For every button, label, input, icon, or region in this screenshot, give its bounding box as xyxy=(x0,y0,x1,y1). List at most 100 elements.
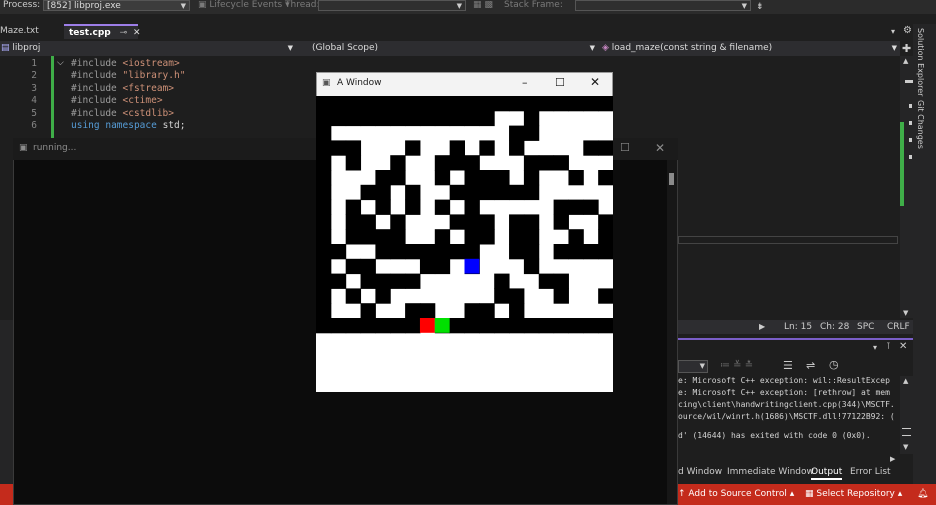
scroll-right-icon[interactable]: ▶ xyxy=(890,455,895,463)
clear-all-icon[interactable]: ☰ xyxy=(783,359,793,372)
column-indicator[interactable]: Ch: 28 xyxy=(820,322,849,332)
tab-immediate-window[interactable]: Immediate Window xyxy=(727,465,814,480)
line-number: 3 xyxy=(31,83,37,94)
maze-wall-cell xyxy=(360,258,376,275)
close-icon[interactable]: ✕ xyxy=(899,341,907,352)
maze-wall-cell xyxy=(479,140,495,156)
add-to-source-control-button[interactable]: ↑ Add to Source Control ▴ xyxy=(678,484,794,505)
maze-wall-cell xyxy=(390,318,406,334)
maze-wall-cell xyxy=(390,110,406,127)
maze-wall-cell xyxy=(375,244,391,260)
gear-icon[interactable]: ⚙ xyxy=(903,25,912,36)
thread-dropdown[interactable]: ▼ xyxy=(318,0,466,11)
toolbar-overflow-icon[interactable]: ⇟ xyxy=(756,2,764,15)
scroll-marker xyxy=(909,155,912,159)
lifecycle-events-button[interactable]: ▣ Lifecycle Events ▾ xyxy=(198,0,290,13)
notifications-bell-icon[interactable]: 🔔︎ xyxy=(917,484,928,505)
chevron-down-icon: ▼ xyxy=(699,362,705,370)
maze-wall-cell xyxy=(523,229,540,245)
minimize-icon[interactable]: – xyxy=(522,76,528,89)
maze-wall-cell xyxy=(479,214,495,230)
scroll-caret-marker xyxy=(905,80,913,83)
maze-wall-cell xyxy=(345,140,362,156)
scroll-right-icon[interactable]: ▶ xyxy=(759,322,765,331)
maze-wall-cell xyxy=(509,125,525,141)
scope-dropdown[interactable]: (Global Scope) ▼ xyxy=(306,42,598,55)
maze-wall-cell xyxy=(494,318,510,334)
maze-wall-cell xyxy=(345,110,362,127)
scroll-thumb[interactable] xyxy=(902,428,911,436)
maze-wall-cell xyxy=(360,110,376,127)
maze-wall-cell xyxy=(449,184,465,201)
chevron-down-icon: ▼ xyxy=(589,44,595,52)
scroll-down-icon[interactable]: ▼ xyxy=(903,443,908,451)
split-editor-icon[interactable]: ✚ xyxy=(902,42,911,55)
console-scrollbar[interactable] xyxy=(667,160,677,504)
maze-wall-cell xyxy=(434,155,451,171)
line-indicator[interactable]: Ln: 15 xyxy=(784,322,812,332)
maze-wall-cell xyxy=(434,199,451,215)
maze-wall-cell xyxy=(553,273,569,289)
scroll-up-icon[interactable]: ▲ xyxy=(903,57,908,65)
word-wrap-icon[interactable]: ⇌ xyxy=(806,359,815,372)
maze-wall-cell xyxy=(523,244,540,260)
maze-wall-cell xyxy=(345,288,362,304)
maze-wall-cell xyxy=(419,96,436,112)
maze-wall-cell xyxy=(345,214,362,230)
console-title: running... xyxy=(33,143,77,153)
close-icon[interactable]: ✕ xyxy=(655,141,665,155)
maze-wall-cell xyxy=(419,258,436,275)
project-dropdown[interactable]: ▤ libproj ▼ xyxy=(0,42,296,55)
line-ending-indicator[interactable]: CRLF xyxy=(887,322,910,332)
find-message-icon[interactable]: ≔ ≚ ≛ xyxy=(720,360,753,371)
tab-error-list[interactable]: Error List xyxy=(850,465,891,480)
tab-list-dropdown-icon[interactable]: ▾ xyxy=(891,27,895,36)
process-dropdown[interactable]: [852] libproj.exe ▼ xyxy=(43,0,190,11)
scroll-up-icon[interactable]: ▲ xyxy=(903,377,908,385)
maze-wall-cell xyxy=(316,155,332,171)
stack-frame-dropdown[interactable]: ▼ xyxy=(575,0,751,11)
maze-wall-cell xyxy=(568,318,584,334)
maze-wall-cell xyxy=(479,96,495,112)
close-icon[interactable]: ✕ xyxy=(590,75,600,89)
git-changes-tab[interactable]: Git Changes xyxy=(916,100,925,149)
member-dropdown[interactable]: ◈ load_maze(const string & filename) ▼ xyxy=(600,42,900,55)
maze-wall-cell xyxy=(464,110,480,127)
maze-wall-cell xyxy=(345,155,362,171)
tab-command-window[interactable]: d Window xyxy=(678,465,722,480)
pin-icon[interactable]: ⊸ xyxy=(120,28,128,38)
maze-wall-cell xyxy=(330,110,347,127)
clock-icon[interactable]: ◷ xyxy=(829,358,839,371)
maze-wall-cell xyxy=(316,125,332,141)
maze-wall-cell xyxy=(464,318,480,334)
maximize-icon[interactable]: ☐ xyxy=(555,76,565,89)
maze-wall-cell xyxy=(419,303,436,319)
collapse-chevron-icon[interactable]: ⌵ xyxy=(57,58,64,68)
select-repository-button[interactable]: ▦ Select Repository ▴ xyxy=(805,484,902,505)
maze-wall-cell xyxy=(316,229,332,245)
scroll-down-icon[interactable]: ▼ xyxy=(903,309,908,317)
maze-wall-cell xyxy=(405,96,421,112)
tab-test-cpp[interactable]: test.cpp ⊸ ✕ xyxy=(64,24,141,39)
maze-wall-cell xyxy=(405,110,421,127)
close-tab-icon[interactable]: ✕ xyxy=(133,28,141,38)
maze-wall-cell xyxy=(405,184,421,201)
solution-explorer-tab[interactable]: Solution Explorer xyxy=(916,28,925,96)
maze-wall-cell xyxy=(509,140,525,156)
maze-wall-cell xyxy=(419,244,436,260)
tab-maze-txt[interactable]: Maze.txt xyxy=(0,24,62,39)
console-scroll-thumb[interactable] xyxy=(669,173,674,185)
tab-output[interactable]: Output xyxy=(811,465,843,480)
maze-wall-cell xyxy=(345,96,362,112)
maximize-icon[interactable]: ☐ xyxy=(620,141,630,154)
thread-filter-icon[interactable]: ▦ ▩ xyxy=(473,0,493,13)
output-source-dropdown[interactable]: ▼ xyxy=(678,360,708,373)
chevron-down-icon: ▼ xyxy=(891,44,897,52)
maze-wall-cell xyxy=(494,273,510,289)
maze-wall-cell xyxy=(494,170,510,186)
maze-wall-cell xyxy=(568,229,584,245)
whitespace-indicator[interactable]: SPC xyxy=(857,322,874,332)
pin-icon[interactable]: ⊺ xyxy=(886,342,891,352)
maze-wall-cell xyxy=(509,288,525,304)
panel-dropdown-icon[interactable]: ▾ xyxy=(873,343,877,352)
